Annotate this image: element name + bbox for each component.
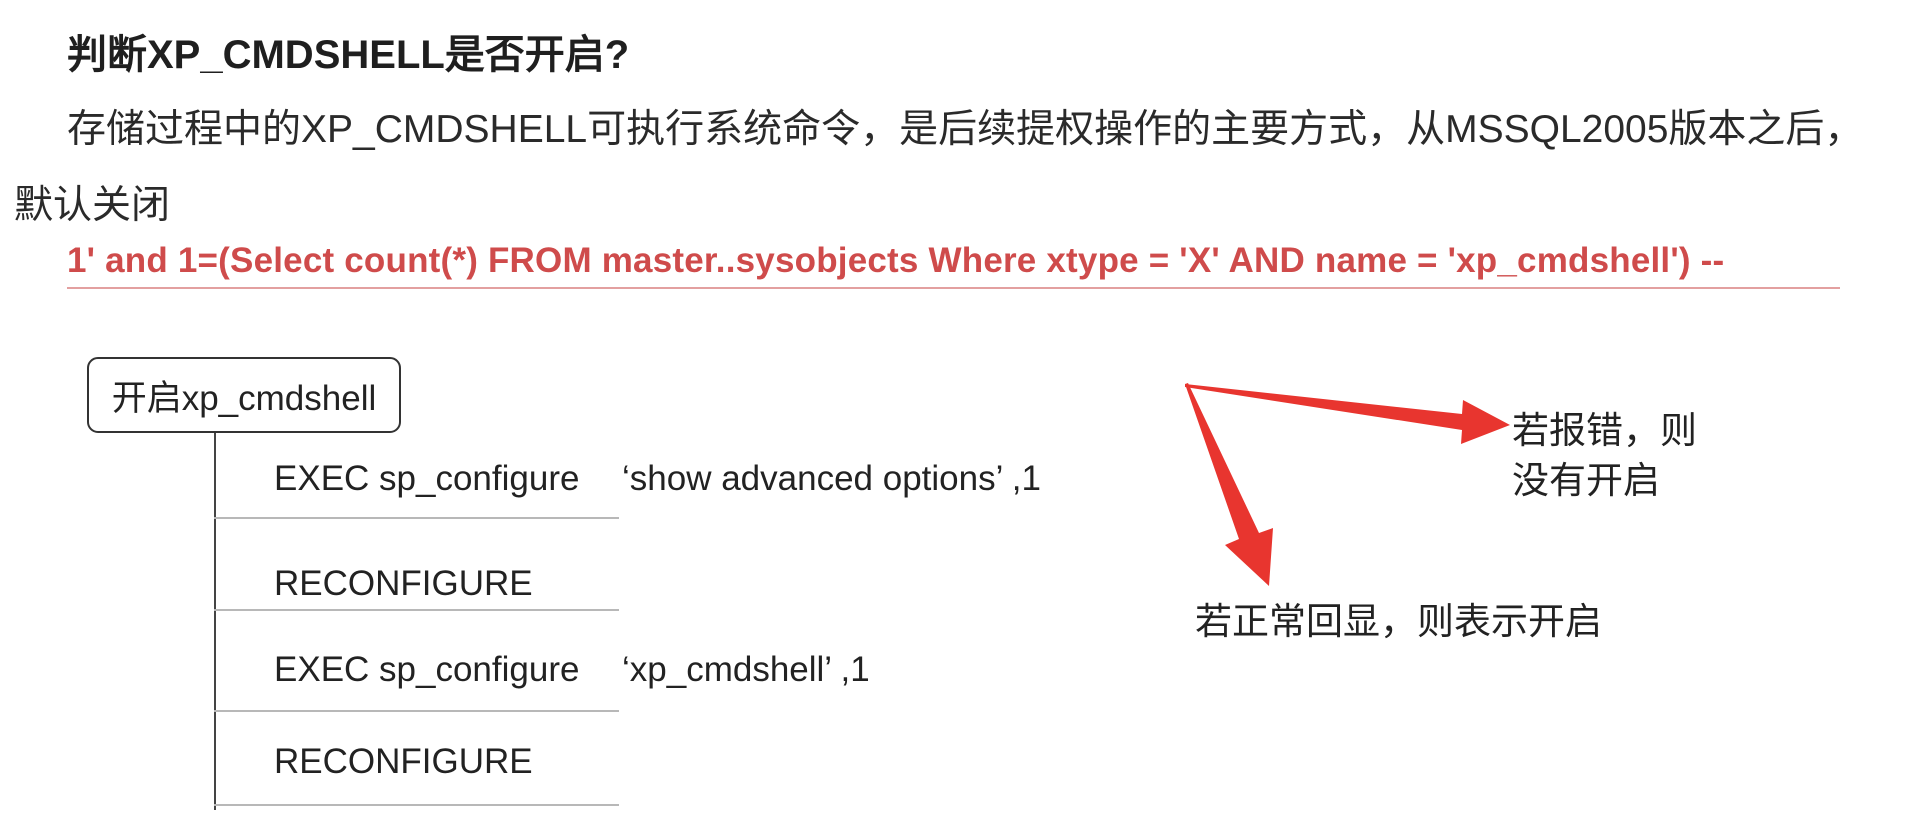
- arrow-right-icon: [1185, 384, 1510, 444]
- arrow-down-icon: [1185, 383, 1273, 586]
- note-error: 若报错，则没有开启: [1512, 410, 1697, 501]
- note-normal: 若正常回显，则表示开启: [1195, 601, 1602, 642]
